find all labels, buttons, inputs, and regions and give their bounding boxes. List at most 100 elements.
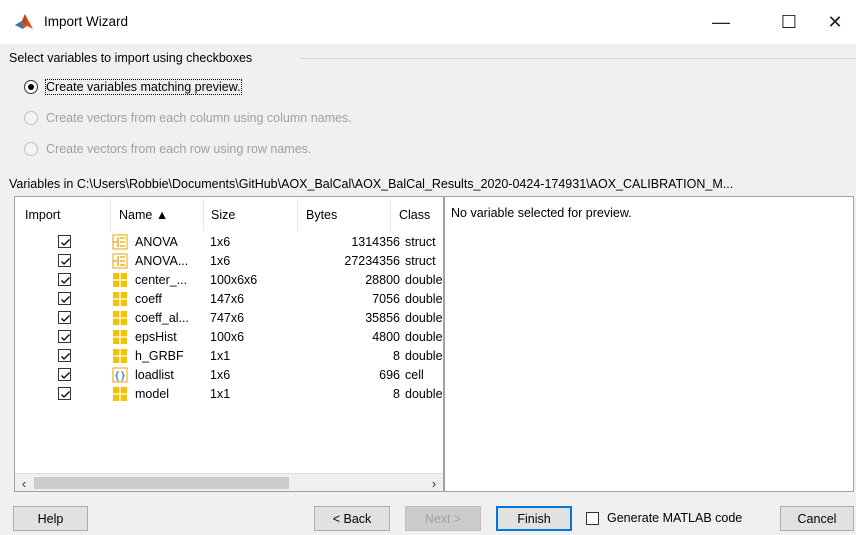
radio-column-vectors: Create vectors from each column using co… bbox=[24, 111, 352, 125]
variable-bytes: 35856 bbox=[365, 311, 400, 325]
struct-icon bbox=[112, 253, 128, 269]
cancel-button-label: Cancel bbox=[797, 511, 837, 526]
table-row[interactable]: center_... 100x6x6 28800 double bbox=[15, 271, 443, 289]
column-separator bbox=[297, 199, 298, 231]
variable-bytes: 7056 bbox=[372, 292, 400, 306]
variable-size: 747x6 bbox=[210, 311, 245, 325]
variable-bytes: 8 bbox=[393, 387, 400, 401]
radio-label: Create vectors from each column using co… bbox=[46, 111, 352, 125]
column-header-size[interactable]: Size bbox=[211, 208, 235, 222]
next-button-label: Next > bbox=[424, 511, 462, 526]
import-checkbox[interactable] bbox=[58, 368, 71, 381]
variable-class: double bbox=[405, 311, 443, 325]
window-title: Import Wizard bbox=[44, 14, 129, 29]
variable-name: model bbox=[135, 387, 170, 401]
group-divider bbox=[300, 58, 856, 59]
close-button[interactable]: ✕ bbox=[812, 0, 856, 44]
table-row[interactable]: model 1x1 8 double bbox=[15, 385, 443, 403]
variable-class: double bbox=[405, 330, 443, 344]
table-row[interactable]: ANOVA... 1x6 27234356 struct bbox=[15, 252, 443, 270]
column-header-class[interactable]: Class bbox=[399, 208, 430, 222]
horizontal-scrollbar[interactable]: ‹ › bbox=[15, 473, 443, 491]
preview-message: No variable selected for preview. bbox=[451, 206, 632, 220]
finish-button[interactable]: Finish bbox=[496, 506, 572, 531]
variable-size: 100x6 bbox=[210, 330, 245, 344]
column-separator bbox=[110, 199, 111, 231]
import-checkbox[interactable] bbox=[58, 273, 71, 286]
scroll-left-icon[interactable]: ‹ bbox=[15, 474, 33, 492]
table-row[interactable]: {} loadlist 1x6 696 cell bbox=[15, 366, 443, 384]
generate-code-label: Generate MATLAB code bbox=[607, 511, 743, 525]
radio-button bbox=[24, 142, 38, 156]
svg-text:{}: {} bbox=[114, 371, 126, 382]
import-checkbox[interactable] bbox=[58, 330, 71, 343]
maximize-button[interactable]: ☐ bbox=[766, 0, 812, 44]
variable-class: double bbox=[405, 273, 443, 287]
variable-class: double bbox=[405, 387, 443, 401]
import-checkbox[interactable] bbox=[58, 387, 71, 400]
radio-create-variables[interactable]: Create variables matching preview. bbox=[24, 79, 242, 95]
cell-icon: {} bbox=[112, 367, 128, 383]
table-row[interactable]: h_GRBF 1x1 8 double bbox=[15, 347, 443, 365]
column-separator bbox=[203, 199, 204, 231]
variable-bytes: 28800 bbox=[365, 273, 400, 287]
cancel-button[interactable]: Cancel bbox=[780, 506, 854, 531]
variable-bytes: 1314356 bbox=[351, 235, 400, 249]
variable-name: ANOVA... bbox=[135, 254, 189, 268]
variable-size: 1x1 bbox=[210, 387, 231, 401]
variable-name: epsHist bbox=[135, 330, 177, 344]
minimize-icon: — bbox=[712, 11, 730, 32]
variable-name: coeff bbox=[135, 292, 162, 306]
column-header-bytes[interactable]: Bytes bbox=[306, 208, 337, 222]
import-checkbox[interactable] bbox=[58, 254, 71, 267]
back-button-label: < Back bbox=[332, 511, 372, 526]
radio-button[interactable] bbox=[24, 80, 38, 94]
radio-label: Create variables matching preview. bbox=[45, 79, 242, 95]
variable-class: double bbox=[405, 292, 443, 306]
variable-bytes: 4800 bbox=[372, 330, 400, 344]
import-checkbox[interactable] bbox=[58, 235, 71, 248]
scroll-right-icon[interactable]: › bbox=[425, 474, 443, 492]
variable-size: 1x6 bbox=[210, 254, 231, 268]
preview-pane: No variable selected for preview. bbox=[444, 196, 854, 492]
variable-name: loadlist bbox=[135, 368, 174, 382]
variable-bytes: 27234356 bbox=[344, 254, 400, 268]
column-separator bbox=[390, 199, 391, 231]
matrix-icon bbox=[113, 273, 127, 287]
scrollbar-thumb[interactable] bbox=[34, 477, 289, 489]
matlab-logo-icon bbox=[15, 14, 33, 29]
import-checkbox[interactable] bbox=[58, 311, 71, 324]
variable-class: struct bbox=[405, 254, 436, 268]
minimize-button[interactable]: — bbox=[698, 0, 744, 44]
table-row[interactable]: ANOVA 1x6 1314356 struct bbox=[15, 233, 443, 251]
import-checkbox[interactable] bbox=[58, 292, 71, 305]
matrix-icon bbox=[113, 330, 127, 344]
back-button[interactable]: < Back bbox=[314, 506, 390, 531]
generate-code-checkbox[interactable]: Generate MATLAB code bbox=[586, 511, 742, 525]
variable-name: ANOVA bbox=[135, 235, 178, 249]
variable-size: 1x6 bbox=[210, 368, 231, 382]
checkbox[interactable] bbox=[586, 511, 599, 525]
table-row[interactable]: epsHist 100x6 4800 double bbox=[15, 328, 443, 346]
matrix-icon bbox=[113, 387, 127, 401]
variable-name: coeff_al... bbox=[135, 311, 189, 325]
matrix-icon bbox=[113, 292, 127, 306]
maximize-icon: ☐ bbox=[780, 11, 798, 32]
variable-class: double bbox=[405, 349, 443, 363]
import-checkbox[interactable] bbox=[58, 349, 71, 362]
column-header-import[interactable]: Import bbox=[25, 208, 60, 222]
help-button[interactable]: Help bbox=[13, 506, 88, 531]
table-row[interactable]: coeff 147x6 7056 double bbox=[15, 290, 443, 308]
table-row[interactable]: coeff_al... 747x6 35856 double bbox=[15, 309, 443, 327]
close-icon: ✕ bbox=[827, 11, 843, 32]
radio-row-vectors: Create vectors from each row using row n… bbox=[24, 142, 311, 156]
column-header-name[interactable]: Name ▲ bbox=[119, 208, 168, 222]
struct-icon bbox=[112, 234, 128, 250]
variable-name: center_... bbox=[135, 273, 188, 287]
variable-size: 147x6 bbox=[210, 292, 245, 306]
variable-class: struct bbox=[405, 235, 436, 249]
variables-table[interactable]: Import Name ▲ Size Bytes Class ANOVA 1x6… bbox=[14, 196, 444, 492]
matrix-icon bbox=[113, 311, 127, 325]
title-bar: Import Wizard — ☐ ✕ bbox=[0, 0, 856, 44]
variable-name: h_GRBF bbox=[135, 349, 184, 363]
